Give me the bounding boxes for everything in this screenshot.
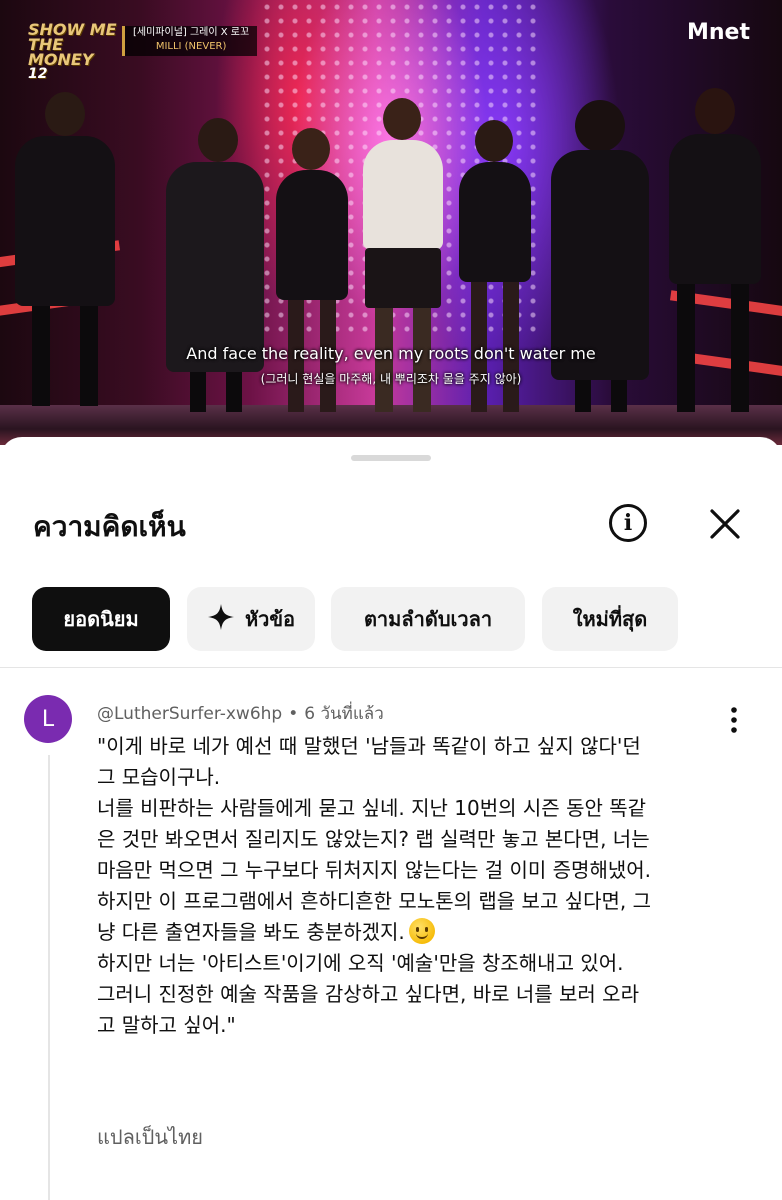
divider — [0, 667, 782, 668]
comment-text: "이게 바로 네가 예선 때 말했던 '남들과 똑같이 하고 싶지 않다'던 그… — [97, 731, 737, 1041]
info-icon[interactable]: i — [609, 504, 647, 542]
performer — [655, 88, 775, 413]
close-icon[interactable] — [708, 507, 742, 541]
sparkle-icon — [207, 603, 235, 636]
chip-label: ตามลำดับเวลา — [363, 607, 493, 631]
chip-newest[interactable]: ใหม่ที่สุด — [542, 587, 678, 651]
comment-line: 하지만 이 프로그램에서 흔하디흔한 모노톤의 랩을 보고 싶다면, 그 — [97, 889, 652, 913]
comment-line-text: 냥 다른 출연자들을 봐도 충분하겠지. — [97, 920, 405, 944]
comment-line: 냥 다른 출연자들을 봐도 충분하겠지. — [97, 917, 737, 948]
thread-line — [48, 755, 50, 1200]
chip-label: ยอดนิยม — [63, 607, 139, 631]
comment-line: 마음만 먹으면 그 누구보다 뒤처지지 않는다는 걸 이미 증명해냈어. — [97, 858, 652, 882]
comment-line: 그 모습이구나. — [97, 765, 221, 789]
subtitle-korean: (그러니 현실을 마주해, 내 뿌리조차 물을 주지 않아) — [260, 372, 522, 386]
subtitle-english: And face the reality, even my roots don'… — [186, 344, 596, 363]
comments-title: ความคิดเห็น — [33, 510, 186, 543]
video-player[interactable]: SHOW ME THE MONEY 12 [세미파이널] 그레이 X 로꼬 MI… — [0, 0, 782, 445]
translate-link[interactable]: แปลเป็นไทย — [97, 1121, 203, 1153]
comment-line: 그러니 진정한 예술 작품을 감상하고 싶다면, 바로 너를 보러 오라 — [97, 982, 639, 1006]
performer — [355, 98, 450, 413]
comments-sheet: ความคิดเห็น i ยอดนิยม หัวข้อ ตามลำดับเวล… — [0, 437, 782, 1200]
comment-time: 6 วันที่แล้ว — [304, 704, 384, 724]
show-logo: SHOW ME THE MONEY 12 — [28, 20, 117, 82]
drag-handle[interactable] — [351, 455, 431, 461]
smiling-face-icon — [408, 918, 435, 944]
chip-top[interactable]: ยอดนิยม — [32, 587, 170, 651]
comment-author[interactable]: @LutherSurfer-xw6hp — [97, 704, 282, 724]
chip-label: ใหม่ที่สุด — [572, 607, 648, 631]
chip-timeline[interactable]: ตามลำดับเวลา — [331, 587, 525, 651]
comment-line: 은 것만 봐오면서 질리지도 않았는지? 랩 실력만 놓고 본다면, 너는 — [97, 827, 650, 851]
comment-line: 너를 비판하는 사람들에게 묻고 싶네. 지난 10번의 시즌 동안 똑같 — [97, 796, 647, 820]
channel-logo: Mnet — [687, 20, 750, 45]
comment-line: 고 말하고 싶어." — [97, 1013, 236, 1037]
episode-info-tag: [세미파이널] 그레이 X 로꼬 MILLI (NEVER) — [122, 26, 258, 56]
chip-label: หัวข้อ — [244, 607, 296, 631]
comment-meta: @LutherSurfer-xw6hp • 6 วันที่แล้ว — [97, 700, 384, 727]
performer — [160, 118, 270, 413]
comment-line: "이게 바로 네가 예선 때 말했던 '남들과 똑같이 하고 싶지 않다'던 — [97, 734, 641, 758]
avatar[interactable]: L — [24, 695, 72, 743]
separator-dot: • — [288, 704, 299, 724]
chip-topics[interactable]: หัวข้อ — [187, 587, 315, 651]
comment-line: 하지만 너는 '아티스트'이기에 오직 '예술'만을 창조해내고 있어. — [97, 951, 624, 975]
performer — [10, 92, 120, 412]
performer — [545, 100, 655, 413]
